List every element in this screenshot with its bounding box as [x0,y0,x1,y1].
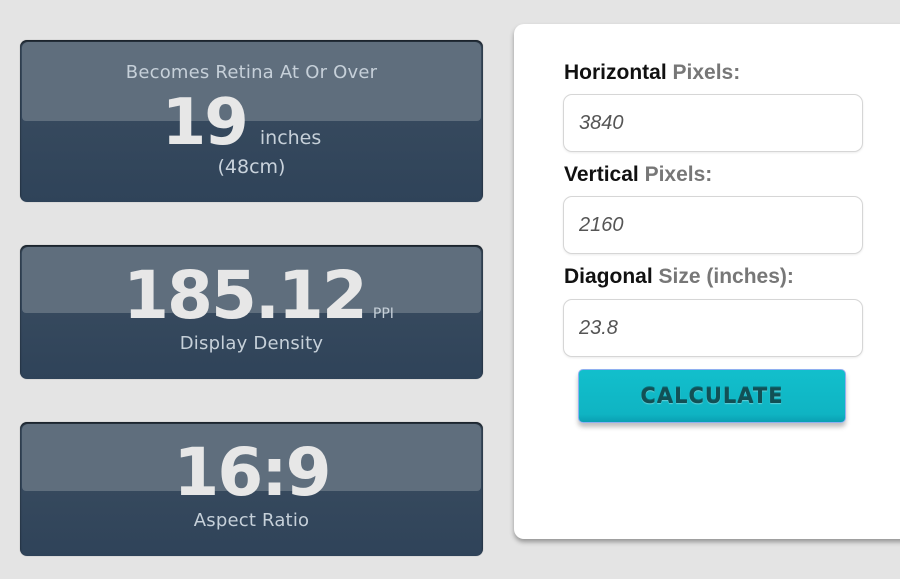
diagonal-label-muted: Size (inches): [652,265,794,288]
diagonal-label-strong: Diagonal [564,265,653,288]
retina-value-row: 19 inches [20,88,483,158]
density-value: 185.12 [123,257,368,334]
aspect-ratio-value: 16:9 [173,434,331,511]
vertical-pixels-input[interactable] [563,196,863,254]
horizontal-pixels-input[interactable] [563,94,863,152]
horizontal-label-strong: Horizontal [564,61,667,84]
vertical-pixels-label: Vertical Pixels: [564,163,712,187]
diagonal-size-label: Diagonal Size (inches): [564,265,794,289]
retina-distance-metric: (48cm) [217,156,286,178]
aspect-ratio-card: 16:9 Aspect Ratio [20,422,483,556]
vertical-label-muted: Pixels: [638,163,713,186]
horizontal-pixels-label: Horizontal Pixels: [564,61,740,85]
calculator-form-panel: Horizontal Pixels: Vertical Pixels: Diag… [514,24,900,539]
retina-distance-unit: inches [259,127,322,149]
density-caption: Display Density [179,333,324,354]
retina-distance-card: Becomes Retina At Or Over 19 inches (48c… [20,40,483,202]
diagonal-size-input[interactable] [563,299,863,357]
aspect-value-row: 16:9 [20,438,483,508]
vertical-label-strong: Vertical [564,163,639,186]
horizontal-label-muted: Pixels: [666,61,741,84]
calculate-button[interactable]: CALCULATE [578,369,846,423]
density-unit: PPI [372,306,394,322]
aspect-ratio-caption: Aspect Ratio [193,510,310,531]
display-density-card: 185.12 PPI Display Density [20,245,483,379]
retina-caption: Becomes Retina At Or Over [125,62,378,83]
density-value-row: 185.12 PPI [20,261,483,331]
retina-distance-value: 19 [161,86,249,160]
